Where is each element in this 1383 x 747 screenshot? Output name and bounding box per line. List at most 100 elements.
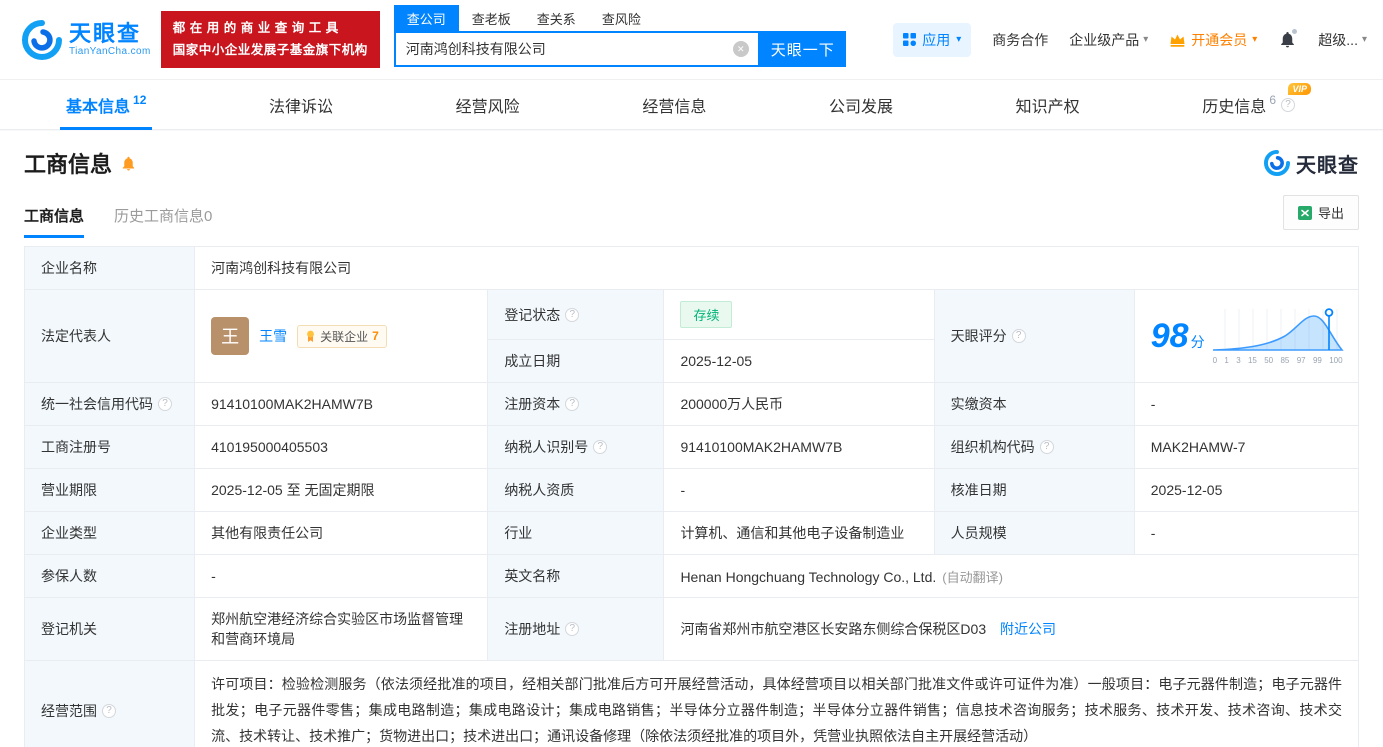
field-label-taxpayer-id: 纳税人识别号?: [487, 425, 665, 469]
tab-business-info[interactable]: 工商信息: [24, 205, 85, 238]
related-companies-label: 关联企业: [320, 329, 369, 344]
nav-item-history-info[interactable]: VIP 历史信息 6 ?: [1196, 80, 1325, 129]
score-axis: 0 1 3 15 50 85 97 99 100: [1212, 356, 1343, 365]
field-label-reg-capital: 注册资本?: [487, 382, 665, 426]
nav-item-legal-proceedings[interactable]: 法律诉讼: [263, 80, 339, 129]
field-value-reg-number: 410195000405503: [194, 425, 489, 469]
field-value-credit-code: 91410100MAK2HAMW7B: [194, 382, 489, 426]
tianyancha-logo[interactable]: 天眼查 TianYanCha.com: [22, 19, 151, 60]
clear-icon[interactable]: ✕: [732, 41, 749, 57]
nav-count: 12: [133, 92, 147, 107]
nav-label: 经营信息: [642, 98, 707, 116]
nav-item-operating-info[interactable]: 经营信息: [636, 80, 712, 129]
caret-down-icon: ▾: [956, 33, 962, 45]
search-tab-relation[interactable]: 查关系: [524, 5, 589, 31]
apps-label: 应用: [922, 31, 951, 48]
cooperation-link[interactable]: 商务合作: [992, 30, 1048, 50]
field-label-business-term: 营业期限: [23, 468, 196, 512]
field-value-taxpayer-id: 91410100MAK2HAMW7B: [663, 425, 935, 469]
help-icon[interactable]: ?: [565, 307, 580, 322]
field-value-business-term: 2025-12-05 至 无固定期限: [194, 468, 489, 512]
super-vip-label: 超级...: [1318, 31, 1358, 48]
field-label-score: 天眼评分?: [933, 289, 1135, 383]
related-companies-badge[interactable]: 关联企业 7: [297, 324, 387, 348]
main-nav: 基本信息 12 法律诉讼 经营风险 经营信息 公司发展 知识产权 VIP 历史信…: [0, 80, 1383, 130]
nav-item-operating-risk[interactable]: 经营风险: [450, 80, 526, 129]
caret-down-icon: ▾: [1361, 33, 1367, 45]
field-label-english-name: 英文名称: [487, 554, 665, 598]
help-icon[interactable]: ?: [1011, 329, 1026, 343]
caret-down-icon: ▾: [1143, 33, 1149, 45]
field-value-score: 98 分 0 1 3 15 50 85 97 99 100: [1133, 289, 1360, 383]
search-tab-risk[interactable]: 查风险: [589, 5, 654, 31]
nav-item-basic-info[interactable]: 基本信息 12: [60, 80, 153, 130]
search-button[interactable]: 天眼一下: [759, 31, 846, 67]
field-value-reg-status: 存续: [663, 289, 935, 340]
search-tabs: 查公司 查老板 查关系 查风险: [393, 5, 846, 31]
header-right-menu: 应用 ▾ 商务合作 企业级产品 ▾ 开通会员 ▾ 超级... ▾: [893, 22, 1367, 57]
field-label-credit-code: 统一社会信用代码?: [23, 382, 196, 426]
field-value-company-name: 河南鸿创科技有限公司: [194, 246, 1359, 290]
field-label-establish-date: 成立日期: [487, 339, 665, 383]
apps-menu[interactable]: 应用 ▾: [893, 22, 972, 57]
help-icon[interactable]: ?: [1281, 97, 1295, 112]
nav-label: 历史信息: [1202, 98, 1267, 116]
field-label-legal-rep: 法定代表人: [23, 289, 196, 383]
medal-icon: [307, 330, 315, 342]
nearby-companies-link[interactable]: 附近公司: [1000, 621, 1056, 637]
score-chart: 0 1 3 15 50 85 97 99 100: [1211, 307, 1345, 365]
help-icon[interactable]: ?: [593, 440, 608, 454]
excel-icon: [1297, 205, 1312, 220]
field-label-approval-date: 核准日期: [933, 468, 1135, 512]
field-label-company-type: 企业类型: [23, 511, 196, 555]
legal-rep-link[interactable]: 王雪: [259, 326, 287, 346]
monitor-bell-icon[interactable]: [120, 155, 137, 172]
help-icon[interactable]: ?: [565, 397, 580, 411]
export-button[interactable]: 导出: [1282, 195, 1359, 230]
table-row: 营业期限 2025-12-05 至 无固定期限 纳税人资质 - 核准日期 202…: [23, 468, 1360, 512]
score-value: 98: [1150, 316, 1189, 355]
top-header: 天眼查 TianYanCha.com 都在用的商业查询工具 国家中小企业发展子基…: [0, 0, 1383, 80]
business-info-table: 企业名称 河南鸿创科技有限公司 法定代表人 王 王雪 关联企业 7 登记状态 ?…: [23, 246, 1360, 747]
field-label-reg-status: 登记状态?: [487, 289, 665, 340]
table-row: 登记机关 郑州航空港经济综合实验区市场监督管理和营商环境局 注册地址? 河南省郑…: [23, 597, 1359, 661]
field-label-industry: 行业: [487, 511, 665, 555]
field-value-reg-address: 河南省郑州市航空港区长安路东侧综合保税区D03 附近公司: [663, 597, 1359, 661]
sub-tabs-row: 工商信息 历史工商信息0 导出: [24, 195, 1359, 238]
help-icon[interactable]: ?: [565, 622, 580, 636]
nav-label: 知识产权: [1015, 98, 1080, 116]
super-vip-menu[interactable]: 超级... ▾: [1318, 30, 1367, 50]
search-tab-boss[interactable]: 查老板: [459, 5, 524, 31]
enterprise-product-menu[interactable]: 企业级产品 ▾: [1069, 30, 1148, 50]
search-tab-company[interactable]: 查公司: [393, 5, 459, 31]
nav-item-company-development[interactable]: 公司发展: [823, 80, 899, 129]
field-label-paid-capital: 实缴资本: [933, 382, 1135, 426]
open-vip-menu[interactable]: 开通会员 ▾: [1169, 30, 1257, 50]
tab-history-business-info[interactable]: 历史工商信息0: [114, 205, 212, 238]
field-value-company-type: 其他有限责任公司: [194, 511, 489, 555]
field-label-reg-authority: 登记机关: [23, 597, 196, 661]
section-title: 工商信息: [24, 152, 113, 177]
help-icon[interactable]: ?: [102, 703, 116, 718]
help-icon[interactable]: ?: [1039, 440, 1054, 454]
legal-rep-avatar[interactable]: 王: [211, 317, 250, 355]
table-row: 企业名称 河南鸿创科技有限公司: [23, 246, 1359, 290]
nav-item-intellectual-property[interactable]: 知识产权: [1010, 80, 1086, 129]
vip-tag: VIP: [1288, 83, 1311, 95]
related-companies-count: 7: [372, 329, 379, 343]
nav-label: 基本信息: [66, 98, 131, 116]
table-row: 工商注册号 410195000405503 纳税人识别号? 91410100MA…: [23, 425, 1360, 469]
field-label-insured-count: 参保人数: [23, 554, 196, 598]
field-label-reg-address: 注册地址?: [487, 597, 665, 661]
crown-icon: [1170, 34, 1185, 47]
notification-bell[interactable]: [1278, 28, 1299, 49]
search-block: 查公司 查老板 查关系 查风险 ✕ 天眼一下: [393, 5, 846, 67]
page: 天眼查 TianYanCha.com 都在用的商业查询工具 国家中小企业发展子基…: [0, 0, 1383, 747]
nav-label: 法律诉讼: [269, 98, 334, 116]
section-head: 工商信息 天眼查: [24, 147, 1359, 179]
brand-domain: TianYanCha.com: [69, 46, 151, 58]
caret-down-icon: ▾: [1252, 33, 1258, 45]
field-value-reg-capital: 200000万人民币: [663, 382, 935, 426]
help-icon[interactable]: ?: [158, 397, 172, 411]
search-input[interactable]: [395, 41, 733, 57]
